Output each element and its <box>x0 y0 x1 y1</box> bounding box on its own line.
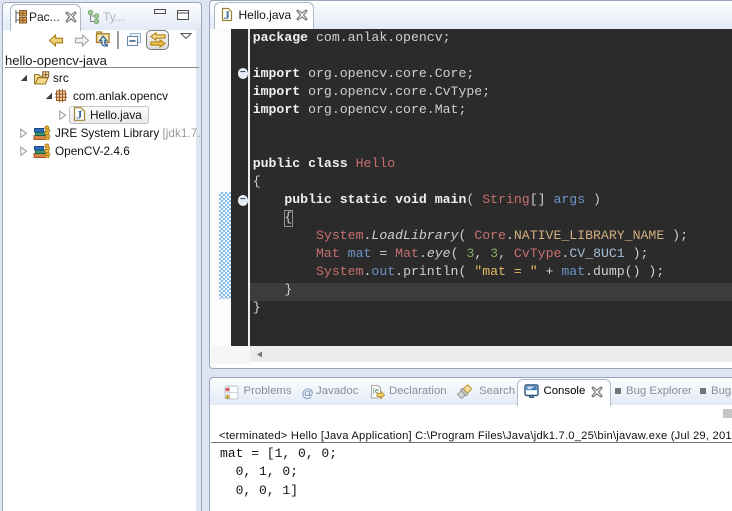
svg-text:J: J <box>76 108 82 121</box>
svg-text:J: J <box>224 8 230 22</box>
